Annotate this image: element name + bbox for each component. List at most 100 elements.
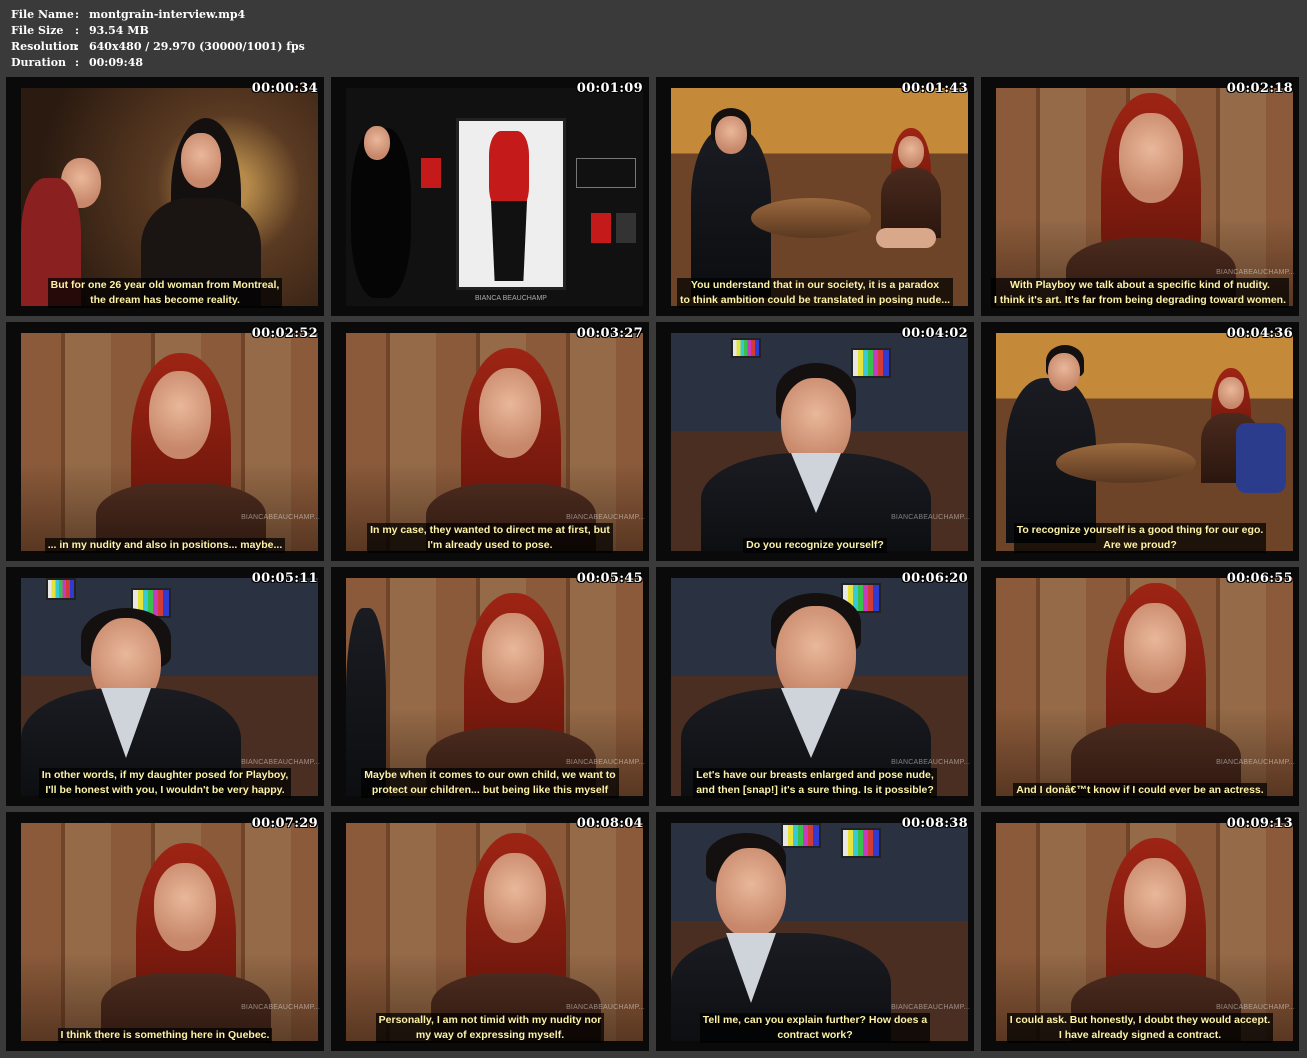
subtitle-text: And I donâ€™t know if I could ever be an…: [1013, 783, 1267, 798]
thumbnail[interactable]: 00:06:55 BIANCABEAUCHAMP... And I donâ€™…: [981, 567, 1299, 806]
watermark: BIANCABEAUCHAMP...: [241, 759, 320, 766]
timestamp: 00:08:38: [901, 816, 968, 831]
subtitle: I think there is something here in Quebe…: [6, 1028, 324, 1043]
timestamp: 00:08:04: [576, 816, 643, 831]
studio-scene: [671, 88, 968, 306]
separator: :: [75, 24, 80, 37]
subtitle: In other words, if my daughter posed for…: [6, 768, 324, 798]
timestamp: 00:04:36: [1226, 326, 1293, 341]
subtitle: I could ask. But honestly, I doubt they …: [981, 1013, 1299, 1043]
watermark: BIANCABEAUCHAMP...: [891, 759, 970, 766]
timestamp: 00:01:09: [576, 81, 643, 96]
timestamp: 00:02:52: [251, 326, 318, 341]
subtitle-text: I could ask. But honestly, I doubt they …: [1006, 1013, 1274, 1043]
timestamp: 00:06:55: [1226, 571, 1293, 586]
subtitle: Tell me, can you explain further? How do…: [656, 1013, 974, 1043]
thumbnail[interactable]: 00:01:43 You understand that in our soci…: [656, 77, 974, 316]
timestamp: 00:05:11: [251, 571, 318, 586]
subtitle-text: But for one 26 year old woman from Montr…: [47, 278, 283, 308]
subtitle: Do you recognize yourself?: [656, 538, 974, 553]
thumbnail[interactable]: 00:04:02 BIANCABEAUCHAMP... Do you recog…: [656, 322, 974, 561]
subtitle: ... in my nudity and also in positions..…: [6, 538, 324, 553]
thumbnail[interactable]: 00:03:27 BIANCABEAUCHAMP... In my case, …: [331, 322, 649, 561]
thumbnail[interactable]: 00:05:45 BIANCABEAUCHAMP... Maybe when i…: [331, 567, 649, 806]
resolution-label: Resolution: [11, 40, 78, 53]
subtitle: Let's have our breasts enlarged and pose…: [656, 768, 974, 798]
video-frame: [996, 333, 1293, 551]
video-frame: BIANCA BEAUCHAMP: [346, 88, 643, 306]
thumbnail[interactable]: 00:00:34 But for one 26 year old woman f…: [6, 77, 324, 316]
timestamp: 00:04:02: [901, 326, 968, 341]
video-frame: [21, 88, 318, 306]
thumbnail[interactable]: 00:07:29 BIANCABEAUCHAMP... I think ther…: [6, 812, 324, 1051]
timestamp: 00:01:43: [901, 81, 968, 96]
thumbnail[interactable]: 00:08:04 BIANCABEAUCHAMP... Personally, …: [331, 812, 649, 1051]
separator: :: [75, 40, 80, 53]
subtitle: But for one 26 year old woman from Montr…: [6, 278, 324, 308]
thumbnail[interactable]: 00:06:20 BIANCABEAUCHAMP... Let's have o…: [656, 567, 974, 806]
timestamp: 00:05:45: [576, 571, 643, 586]
subtitle: You understand that in our society, it i…: [656, 278, 974, 308]
watermark: BIANCABEAUCHAMP...: [1216, 1004, 1295, 1011]
subtitle-text: With Playboy we talk about a specific ki…: [990, 278, 1290, 308]
timestamp: 00:06:20: [901, 571, 968, 586]
file-size-value: 93.54 MB: [89, 24, 149, 37]
video-frame: [671, 88, 968, 306]
watermark: BIANCABEAUCHAMP...: [891, 1004, 970, 1011]
timestamp: 00:00:34: [251, 81, 318, 96]
watermark: BIANCABEAUCHAMP...: [566, 759, 645, 766]
file-name-label: File Name: [11, 8, 74, 21]
watermark: BIANCABEAUCHAMP...: [241, 514, 320, 521]
poster-caption: BIANCA BEAUCHAMP: [475, 295, 547, 302]
duration-row: Duration : 00:09:48: [11, 55, 305, 71]
thumbnail[interactable]: 00:05:11 BIANCABEAUCHAMP... In other wor…: [6, 567, 324, 806]
watermark: BIANCABEAUCHAMP...: [566, 514, 645, 521]
thumbnail-grid: 00:00:34 But for one 26 year old woman f…: [6, 77, 1300, 1051]
file-size-label: File Size: [11, 24, 64, 37]
studio-scene: [996, 333, 1293, 551]
timestamp: 00:03:27: [576, 326, 643, 341]
subtitle-text: Maybe when it comes to our own child, we…: [361, 768, 619, 798]
poster-image: BIANCA BEAUCHAMP: [456, 118, 566, 302]
resolution-value: 640x480 / 29.970 (30000/1001) fps: [89, 40, 305, 53]
subtitle-text: Tell me, can you explain further? How do…: [699, 1013, 931, 1043]
separator: :: [75, 8, 80, 21]
watermark: BIANCABEAUCHAMP...: [891, 514, 970, 521]
thumbnail[interactable]: 00:04:36 To recognize yourself is a good…: [981, 322, 1299, 561]
subtitle-text: I think there is something here in Quebe…: [57, 1028, 273, 1043]
timestamp: 00:07:29: [251, 816, 318, 831]
subtitle-text: To recognize yourself is a good thing fo…: [1013, 523, 1267, 553]
watermark: BIANCABEAUCHAMP...: [1216, 269, 1295, 276]
thumbnail[interactable]: BIANCA BEAUCHAMP 00:01:09: [331, 77, 649, 316]
file-info-panel: File Name : montgrain-interview.mp4 File…: [11, 7, 305, 71]
subtitle-text: ... in my nudity and also in positions..…: [44, 538, 286, 553]
website-scene: BIANCA BEAUCHAMP: [346, 88, 643, 306]
timestamp: 00:02:18: [1226, 81, 1293, 96]
thumbnail[interactable]: 00:02:18 BIANCABEAUCHAMP... With Playboy…: [981, 77, 1299, 316]
file-size-row: File Size : 93.54 MB: [11, 23, 305, 39]
thumbnail[interactable]: 00:08:38 BIANCABEAUCHAMP... Tell me, can…: [656, 812, 974, 1051]
subtitle-text: Do you recognize yourself?: [743, 538, 887, 553]
subtitle: With Playboy we talk about a specific ki…: [981, 278, 1299, 308]
subtitle: To recognize yourself is a good thing fo…: [981, 523, 1299, 553]
subtitle-text: In my case, they wanted to direct me at …: [367, 523, 613, 553]
website-header-fragment: [576, 158, 636, 188]
subtitle-text: Personally, I am not timid with my nudit…: [375, 1013, 605, 1043]
duration-label: Duration: [11, 56, 67, 69]
subtitle: Personally, I am not timid with my nudit…: [331, 1013, 649, 1043]
watermark: BIANCABEAUCHAMP...: [1216, 759, 1295, 766]
watermark: BIANCABEAUCHAMP...: [566, 1004, 645, 1011]
file-name-value: montgrain-interview.mp4: [89, 8, 246, 21]
watermark: BIANCABEAUCHAMP...: [241, 1004, 320, 1011]
timestamp: 00:09:13: [1226, 816, 1293, 831]
subtitle-text: Let's have our breasts enlarged and pose…: [693, 768, 937, 798]
resolution-row: Resolution : 640x480 / 29.970 (30000/100…: [11, 39, 305, 55]
subtitle: In my case, they wanted to direct me at …: [331, 523, 649, 553]
duration-value: 00:09:48: [89, 56, 144, 69]
subtitle-text: In other words, if my daughter posed for…: [38, 768, 292, 798]
subtitle: Maybe when it comes to our own child, we…: [331, 768, 649, 798]
subtitle: And I donâ€™t know if I could ever be an…: [981, 783, 1299, 798]
thumbnail[interactable]: 00:09:13 BIANCABEAUCHAMP... I could ask.…: [981, 812, 1299, 1051]
room-scene: [21, 88, 318, 306]
thumbnail[interactable]: 00:02:52 BIANCABEAUCHAMP... ... in my nu…: [6, 322, 324, 561]
